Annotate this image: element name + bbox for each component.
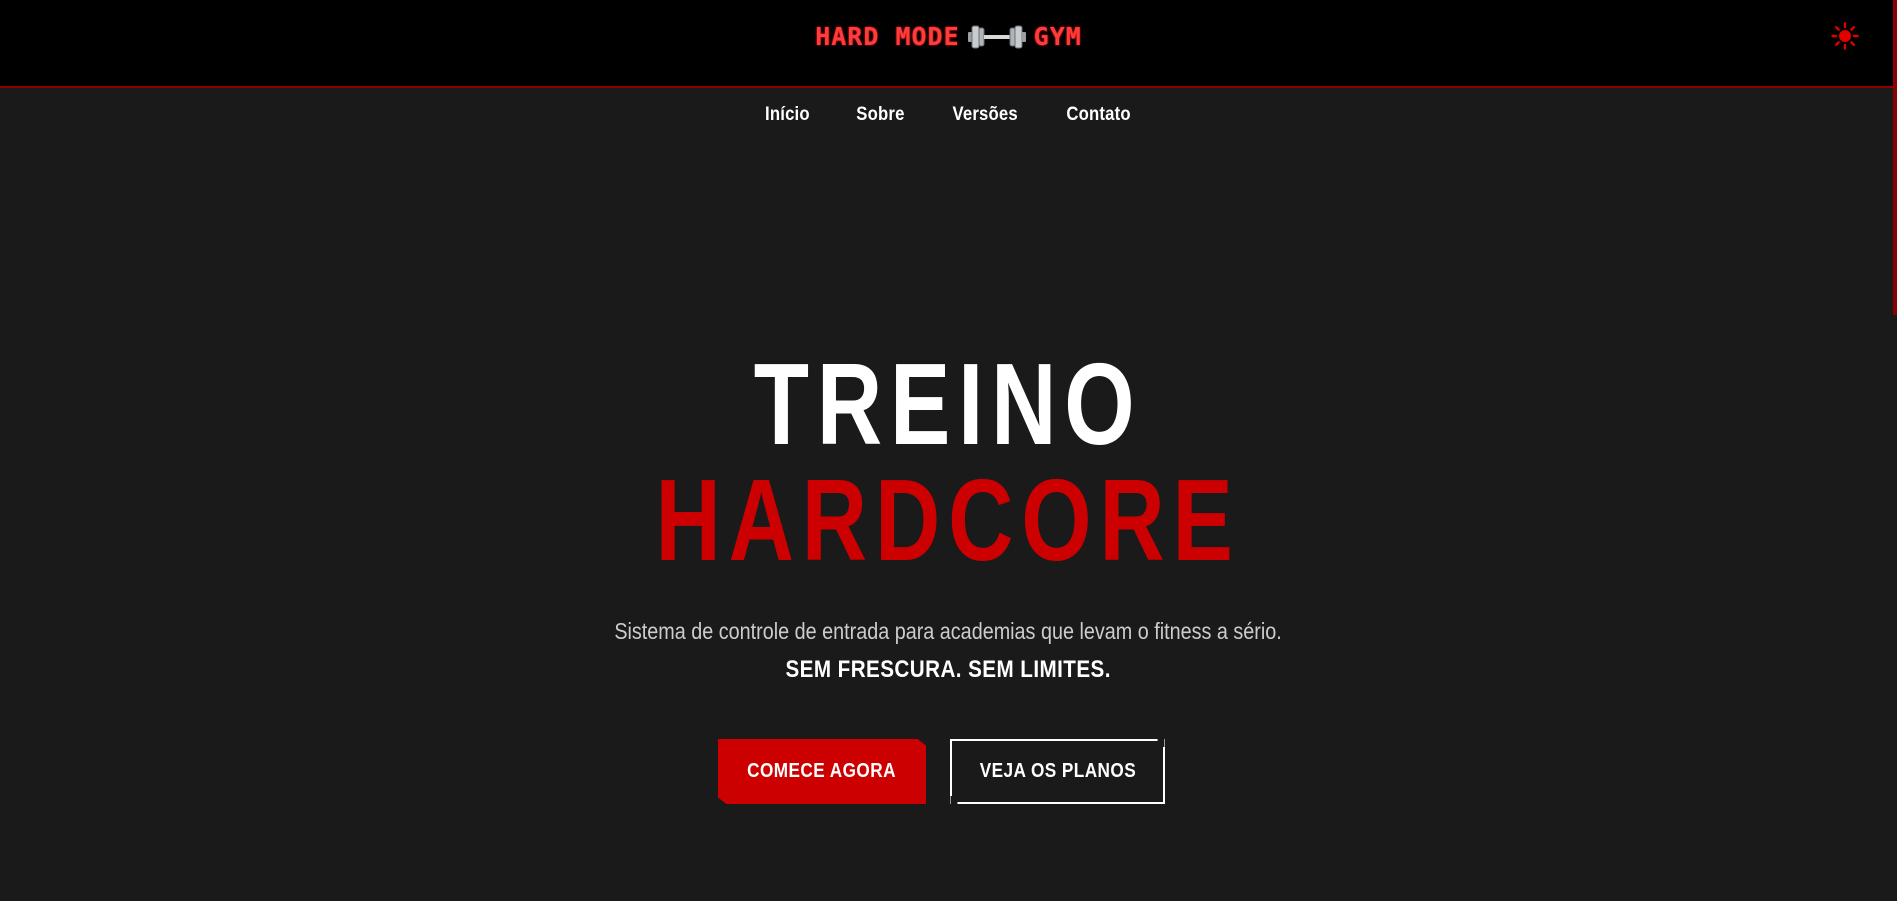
- button-corner-notch: [1157, 739, 1165, 747]
- start-now-button-label: COMECE AGORA: [747, 760, 897, 782]
- hero-title-line2-text: HARDCORE: [655, 455, 1242, 585]
- hero-tagline-text: SEM FRESCURA. SEM LIMITES.: [785, 656, 1112, 683]
- hero-title-line1: TREINO: [0, 346, 1897, 462]
- scrollbar-thumb[interactable]: [1893, 0, 1897, 315]
- hero-title-line2: HARDCORE: [0, 462, 1897, 578]
- hero-tagline: SEM FRESCURA. SEM LIMITES.: [0, 656, 1897, 684]
- nav-item-inicio[interactable]: Início: [765, 104, 810, 126]
- nav-item-sobre[interactable]: Sobre: [856, 104, 904, 126]
- nav-item-contato[interactable]: Contato: [1066, 104, 1130, 126]
- page: HARD MODE GYM Início Sobre Versões Conta…: [0, 0, 1897, 901]
- view-plans-button-label: VEJA OS PLANOS: [979, 760, 1136, 782]
- hero-subtitle-text: Sistema de controle de entrada para acad…: [614, 618, 1283, 644]
- hero-subtitle: Sistema de controle de entrada para acad…: [0, 618, 1897, 645]
- dumbbell-icon: [967, 25, 1026, 48]
- main-nav: Início Sobre Versões Contato: [0, 104, 1897, 126]
- theme-toggle-button[interactable]: [1831, 22, 1859, 50]
- top-header: HARD MODE GYM: [0, 0, 1897, 88]
- button-corner-notch: [950, 796, 958, 804]
- view-plans-button[interactable]: VEJA OS PLANOS: [950, 739, 1165, 804]
- sun-icon: [1831, 22, 1859, 50]
- nav-item-versoes[interactable]: Versões: [952, 104, 1017, 126]
- logo-text-right: GYM: [1033, 22, 1082, 51]
- logo[interactable]: HARD MODE GYM: [0, 22, 1897, 54]
- hero-title-line1-text: TREINO: [754, 339, 1143, 469]
- start-now-button[interactable]: COMECE AGORA: [718, 739, 926, 804]
- logo-text-left: HARD MODE: [815, 22, 960, 51]
- logo-wordmark[interactable]: HARD MODE GYM: [815, 22, 1082, 51]
- page-scrollbar[interactable]: [1893, 0, 1897, 901]
